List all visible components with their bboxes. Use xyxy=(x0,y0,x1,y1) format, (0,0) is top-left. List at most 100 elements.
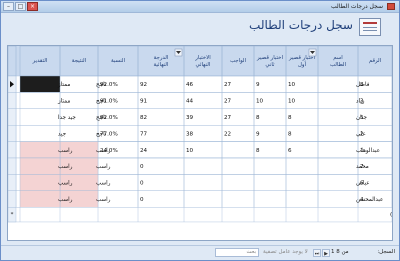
cell-value: 8 xyxy=(288,131,292,137)
access-form-window: – □ × سجل درجات الطالب سجل درجات الطالب … xyxy=(0,0,400,261)
row-selector[interactable] xyxy=(8,190,17,208)
cell-value: 77 xyxy=(140,131,148,137)
row-selector[interactable] xyxy=(8,174,17,191)
column-header-label: اختبار قصير xyxy=(256,55,283,61)
record-nav-buttons: ⏭ ▶ xyxy=(313,249,330,257)
row-selector[interactable] xyxy=(8,124,17,142)
cell-value: راسب xyxy=(58,148,73,154)
column-header-label: الاختبار xyxy=(194,55,210,61)
form-title: سجل درجات الطالب xyxy=(249,18,353,32)
cell-value: 10 xyxy=(256,99,264,105)
search-input[interactable]: بحث xyxy=(215,248,259,257)
cell-value: راسب xyxy=(96,197,111,203)
cell-value: 8 xyxy=(256,115,260,121)
new-record-row[interactable] xyxy=(8,206,392,223)
cell-value: 92 xyxy=(140,82,147,88)
cell-value: 82 xyxy=(140,115,147,121)
row-selector[interactable] xyxy=(8,108,17,126)
next-record-button[interactable]: ▶ xyxy=(322,249,330,257)
cell-value: 27 xyxy=(224,82,232,88)
cell-value: 10 xyxy=(288,82,296,88)
table-row[interactable] xyxy=(15,124,392,142)
cell-value: 24 xyxy=(140,148,148,154)
cell-grade[interactable] xyxy=(19,75,61,93)
cell-value: علي xyxy=(356,131,366,137)
select-all-cell[interactable] xyxy=(8,46,17,77)
column-header-label: التقدير xyxy=(32,58,48,64)
column-header-label: ثاني xyxy=(265,62,275,68)
cell-grade[interactable] xyxy=(19,157,61,175)
cell-grade[interactable] xyxy=(19,174,61,191)
title-bar[interactable]: – □ × سجل درجات الطالب xyxy=(1,1,399,13)
minimize-button[interactable]: – xyxy=(3,2,14,11)
column-header-label: الواجب xyxy=(230,58,246,64)
cell-value: محمد xyxy=(356,164,369,170)
window-title: سجل درجات الطالب xyxy=(331,3,383,10)
cell-value: ناجح xyxy=(96,82,107,88)
column-header-label: النسبة xyxy=(111,58,125,64)
cell-value: 9 xyxy=(256,131,260,137)
header-row xyxy=(8,46,392,76)
row-selector[interactable] xyxy=(8,157,17,175)
column-header-label: النتيجة xyxy=(72,58,86,64)
record-label: السجل: xyxy=(377,249,395,255)
cell-value: 38 xyxy=(186,131,194,137)
form-icon xyxy=(387,3,395,10)
cell-value: عبدالمحسن xyxy=(356,197,383,203)
table-row[interactable] xyxy=(15,92,392,110)
cell-value: راسب xyxy=(58,197,73,203)
maximize-button[interactable]: □ xyxy=(15,2,26,11)
form-logo-icon xyxy=(359,18,381,36)
cell-value: ممتاز xyxy=(57,99,70,105)
column-header-label: أول xyxy=(298,60,307,68)
new-record-label: (جديد) xyxy=(390,212,392,218)
datasheet-table: الرقماسمالطالباختبار قصيرأولاختبار قصيرث… xyxy=(8,46,392,223)
cell-value: 0 xyxy=(140,197,144,203)
cell-value: 8 xyxy=(288,115,292,121)
window-controls: – □ × xyxy=(3,2,38,11)
cell-value: 44 xyxy=(186,99,194,105)
cell-value: 39 xyxy=(186,115,194,121)
cell-value: 6 xyxy=(288,148,292,154)
datasheet-grid[interactable]: الرقم اسم الطالب اختبار قصير أول اختبار قصير ث… xyxy=(7,45,393,241)
close-button[interactable]: × xyxy=(27,2,38,11)
cell-value: 27 xyxy=(224,99,232,105)
cell-grade[interactable] xyxy=(19,190,61,208)
form-header: سجل درجات الطالب xyxy=(1,13,399,43)
cell-value: راسب xyxy=(96,148,111,154)
cell-value: 8 xyxy=(256,148,260,154)
cell-grade[interactable] xyxy=(19,141,61,159)
cell-value: ناجح xyxy=(96,99,107,105)
cell-value: راسب xyxy=(58,164,73,170)
cell-value: 0 xyxy=(140,181,144,187)
cell-value: 10 xyxy=(288,99,296,105)
cell-value: ممتاز xyxy=(57,82,70,88)
table-row[interactable] xyxy=(15,75,392,93)
column-header-label: النهائية xyxy=(154,62,169,68)
row-selector[interactable] xyxy=(8,141,17,159)
filter-indicator[interactable]: لا يوجد عامل تصفية xyxy=(263,249,308,255)
column-header-label: الدرجة xyxy=(154,55,169,61)
cell-value: 10 xyxy=(186,148,194,154)
row-selector[interactable] xyxy=(8,92,17,110)
record-counter: 1 من 8 xyxy=(331,249,349,255)
cell-value: عبدالوهاب xyxy=(356,148,380,154)
cell-value: 9 xyxy=(256,82,260,88)
record-navigation-bar: السجل: ⏭ ▶ 1 من 8 لا يوجد عامل تصفية بحث xyxy=(1,245,399,260)
cell-value: راسب xyxy=(96,164,111,170)
cell-value: ناجح xyxy=(96,115,107,121)
last-record-button[interactable]: ⏭ xyxy=(313,249,321,257)
cell-value: جيد جدا xyxy=(58,115,76,121)
cell-value: جيد xyxy=(58,131,67,137)
column-header-label: النهائي xyxy=(196,62,211,68)
cell-value: 0 xyxy=(140,164,144,170)
cell-value: جنان xyxy=(356,115,368,121)
new-record-icon: * xyxy=(11,212,14,218)
cell-value: راسب xyxy=(58,181,73,187)
column-header-label: اسم xyxy=(333,55,343,61)
cell-value: عباس xyxy=(356,181,370,187)
cell-value: زياد xyxy=(356,99,365,105)
cell-value: فاصل xyxy=(356,82,370,88)
column-header-label: الطالب xyxy=(330,62,346,68)
cell-value: 22 xyxy=(224,131,231,137)
